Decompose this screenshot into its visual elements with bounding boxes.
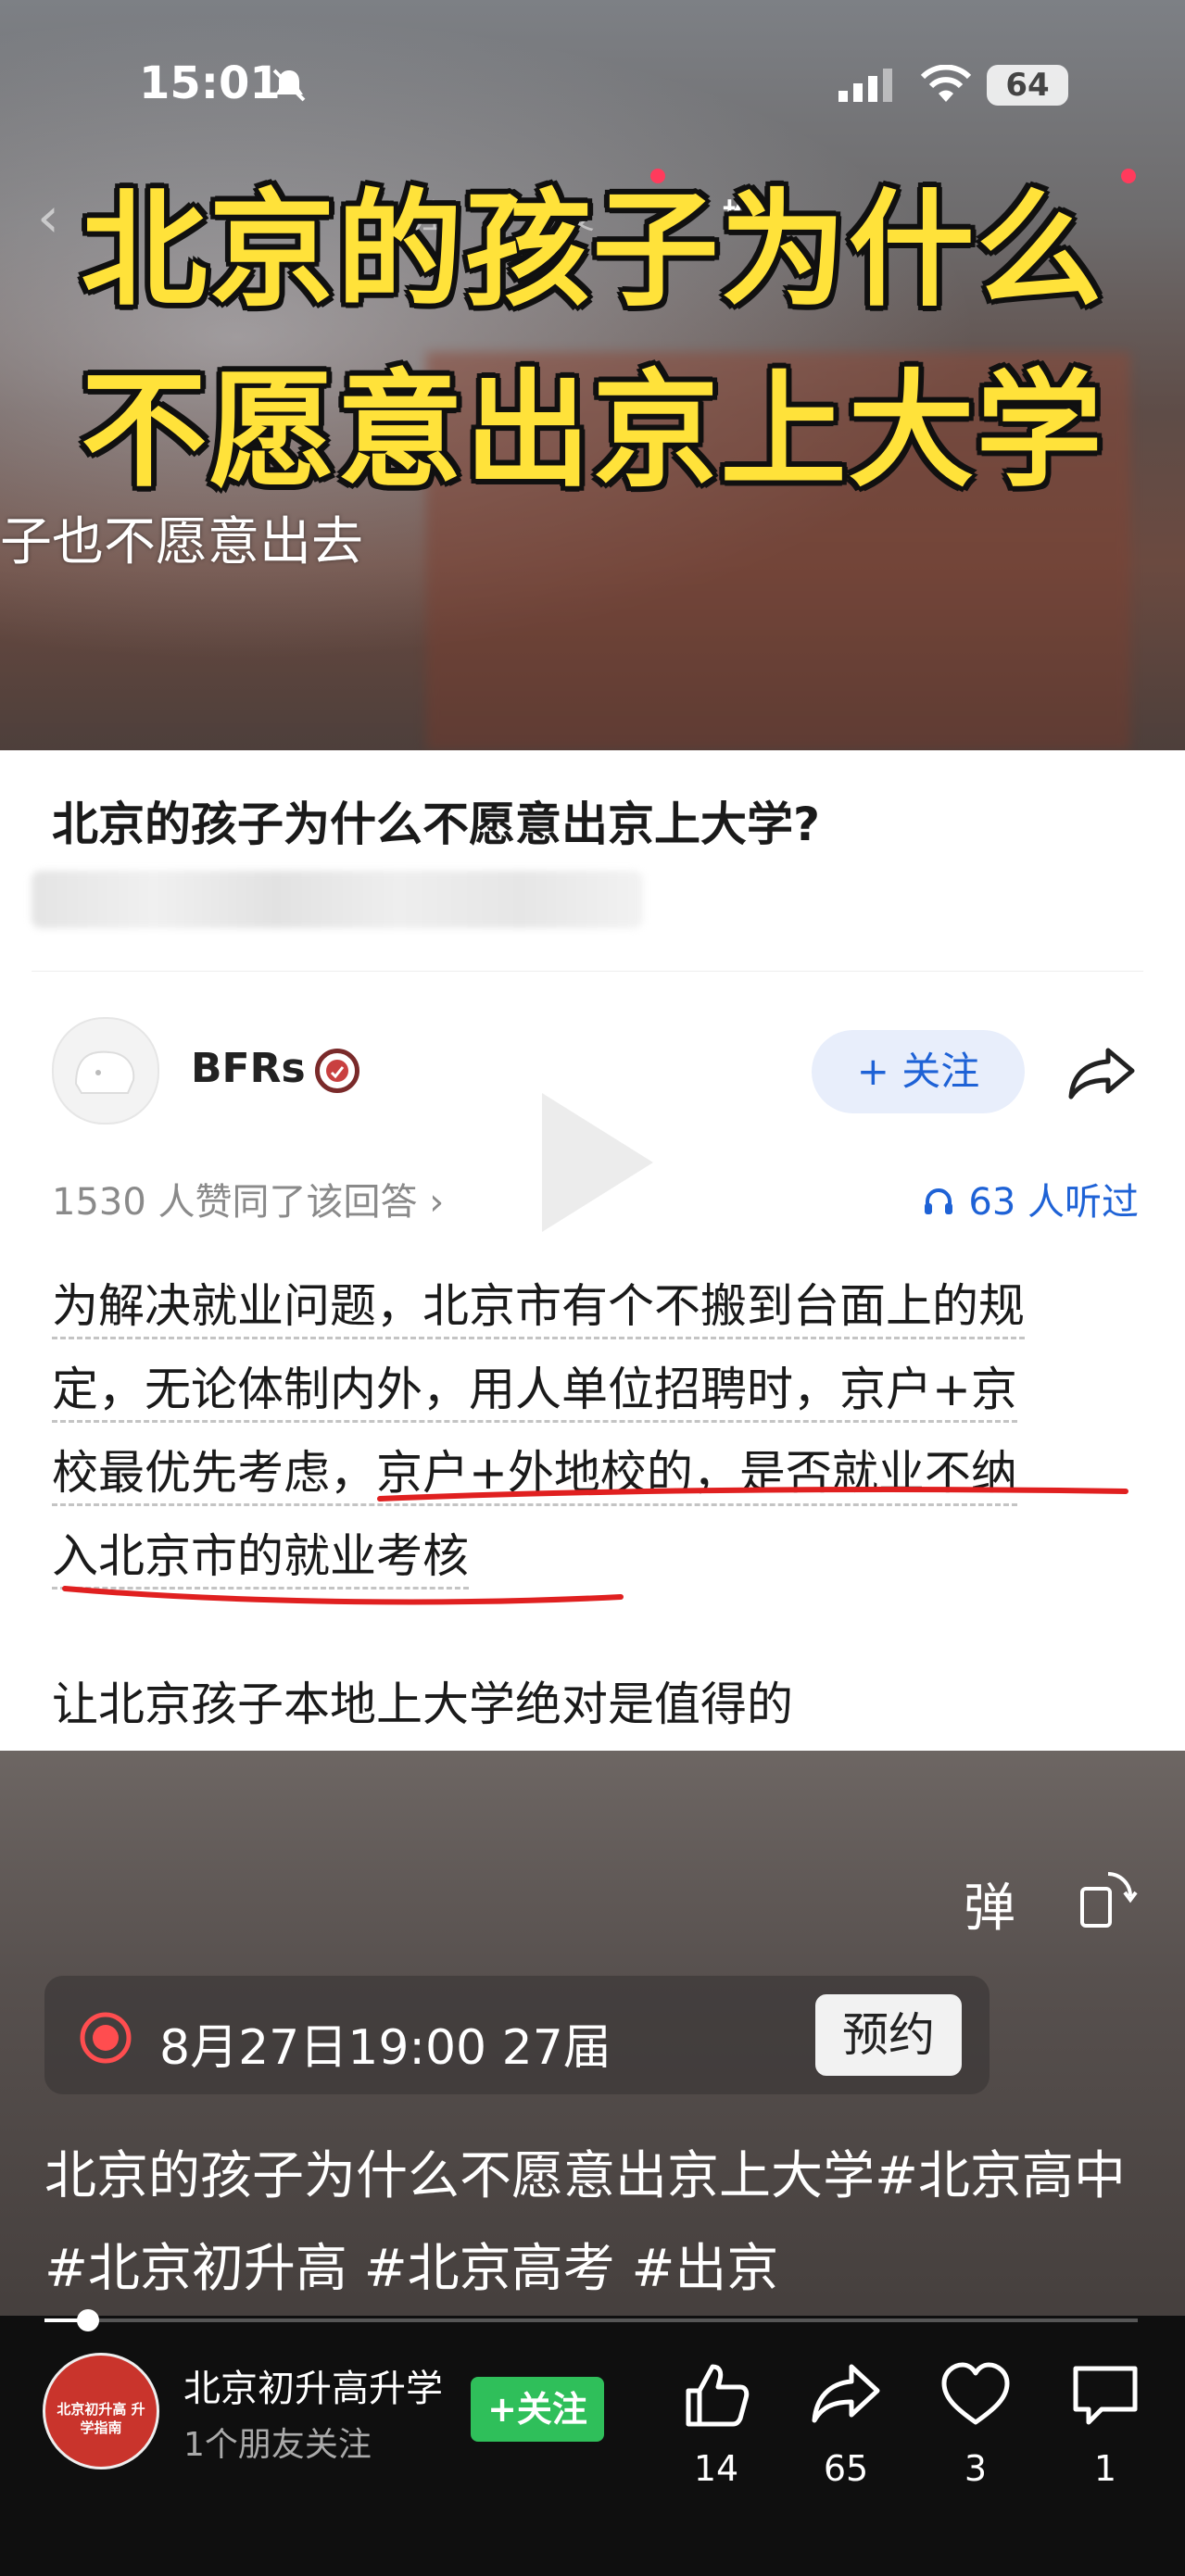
comment-action[interactable]: 1 <box>1054 2357 1156 2489</box>
live-record-icon <box>78 2010 133 2069</box>
status-time: 15:01 <box>139 57 281 109</box>
live-time-text: 8月27日19:00 27届 <box>159 2020 611 2076</box>
answer-tail: 让北京孩子本地上大学绝对是值得的 <box>52 1678 793 1731</box>
answer-card: 北京的孩子为什么不愿意出京上大学? BFRs + 关注 1530 人赞同了该回答… <box>0 750 1185 1751</box>
avatar-logo-text: 北京初升高 升学指南 <box>57 2401 145 2436</box>
thumbs-up-icon[interactable] <box>679 2357 753 2431</box>
share-action[interactable]: 65 <box>795 2357 897 2489</box>
like-action[interactable]: 14 <box>665 2357 767 2489</box>
danmu-toggle[interactable]: 弹 <box>964 1866 1015 1941</box>
wifi-icon <box>920 64 972 107</box>
comment-icon[interactable] <box>1068 2357 1142 2431</box>
signal-icon <box>838 69 894 106</box>
progress-handle[interactable] <box>77 2309 99 2331</box>
battery-indicator: 64 <box>987 65 1068 106</box>
progress-track[interactable] <box>44 2318 1138 2322</box>
account-name[interactable]: 北京初升高升学 <box>183 2358 443 2412</box>
video-description[interactable]: 北京的孩子为什么不愿意出京上大学#北京高中 #北京初升高 #北京高考 #出京 <box>44 2130 1156 2316</box>
heart-icon[interactable] <box>939 2357 1013 2431</box>
follow-account-button[interactable]: +关注 <box>471 2377 604 2442</box>
reserve-button[interactable]: 预约 <box>815 1994 962 2076</box>
favorite-action[interactable]: 3 <box>925 2357 1027 2489</box>
share-count: 65 <box>823 2448 869 2489</box>
mute-bell-icon <box>271 67 308 107</box>
video-title-line2: 不愿意出京上大学 <box>81 358 1104 505</box>
account-avatar[interactable]: 北京初升高 升学指南 <box>43 2353 159 2469</box>
red-underline-annotation <box>62 1486 1128 1605</box>
share-icon[interactable] <box>809 2357 883 2431</box>
account-subtitle: 1个朋友关注 <box>183 2426 372 2464</box>
rotate-screen-icon[interactable] <box>1075 1866 1140 1935</box>
comment-count: 1 <box>1093 2448 1117 2489</box>
video-title-line1: 北京的孩子为什么 <box>81 178 1104 324</box>
favorite-count: 3 <box>964 2448 988 2489</box>
video-caption: 子也不愿意出去 <box>0 512 363 572</box>
like-count: 14 <box>693 2448 739 2489</box>
